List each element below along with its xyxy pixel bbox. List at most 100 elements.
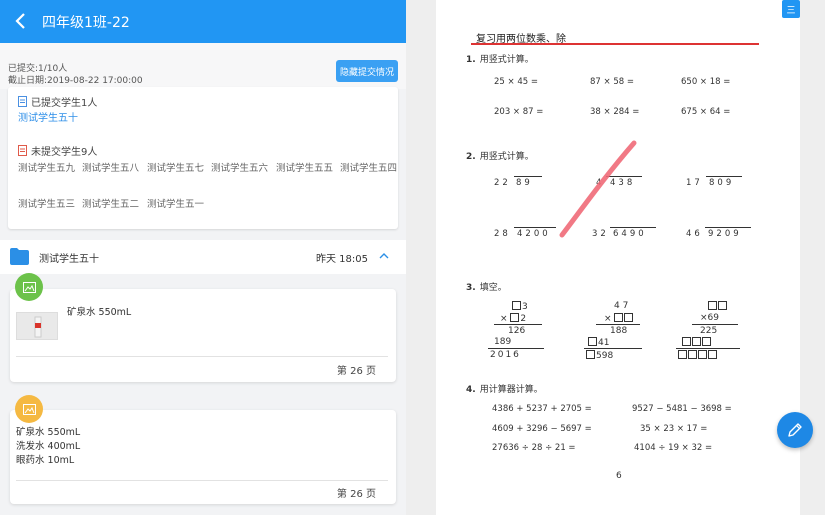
question-4: 4. 用计算器计算。 [466, 385, 543, 395]
sum-line [488, 348, 544, 349]
app-screen: 四年级1班-22 已提交:1/10人 截止日期:2019-08-22 17:00… [0, 0, 825, 515]
page-title: 四年级1班-22 [42, 15, 130, 31]
division-bar [706, 176, 742, 177]
pending-student[interactable]: 测试学生五九 [18, 163, 76, 175]
submission-status-card: 已提交学生1人 测试学生五十 未提交学生9人 测试学生五九 测试学生五八 测试学… [8, 87, 398, 229]
problem: 27636 ÷ 28 ÷ 21 = [492, 443, 576, 453]
pen-stroke-annotation [559, 140, 637, 238]
digit-row: 225 [700, 326, 718, 336]
bottle-image-icon [34, 316, 42, 338]
pending-student[interactable]: 测试学生五八 [82, 163, 140, 175]
photo-thumbnail[interactable] [16, 312, 58, 340]
problem: 38 × 284 = [590, 107, 640, 117]
submitted-student-link[interactable]: 测试学生五十 [18, 113, 78, 125]
problem: 25 × 45 = [494, 77, 538, 87]
document-icon [18, 145, 27, 156]
menu-icon[interactable]: 三 [782, 0, 800, 18]
page-number: 6 [616, 471, 622, 481]
problem: 650 × 18 = [681, 77, 731, 87]
image-icon [22, 403, 36, 415]
chevron-up-icon[interactable] [379, 253, 389, 259]
blank-cell[interactable]: 598 [586, 350, 613, 361]
page-reference: 第 26 页 [336, 489, 376, 500]
blank-cell[interactable]: 3 [512, 301, 528, 312]
divider [16, 356, 388, 357]
digit-row: ×69 [700, 313, 719, 323]
question-2: 2. 用竖式计算。 [466, 152, 534, 162]
card-text: 矿泉水 550mL [67, 307, 132, 318]
dividend: 9209 [708, 229, 742, 239]
sum-line [494, 324, 542, 325]
sum-line [584, 348, 642, 349]
pending-header: 未提交学生9人 [18, 143, 97, 158]
sum-line [676, 348, 740, 349]
divisor: 22 [494, 178, 511, 188]
digit-row: 188 [610, 326, 628, 336]
sum-line [596, 324, 640, 325]
document-icon [18, 96, 27, 107]
pending-student[interactable]: 测试学生五三 [18, 199, 76, 211]
blank-cell[interactable] [708, 301, 728, 312]
submission-panel: 四年级1班-22 已提交:1/10人 截止日期:2019-08-22 17:00… [0, 0, 406, 515]
pending-student[interactable]: 测试学生五一 [147, 199, 205, 211]
problem: 87 × 58 = [590, 77, 634, 87]
pending-student[interactable]: 测试学生五七 [147, 163, 205, 175]
problem: 4386 + 5237 + 2705 = [492, 404, 592, 414]
digit-row: 4 7 [614, 301, 629, 311]
workbook-page[interactable]: 三 复习用两位数乘、除 1. 用竖式计算。 25 × 45 = 87 × 58 =… [436, 0, 806, 515]
back-arrow-icon[interactable] [14, 11, 28, 31]
digit-row: 2016 [490, 350, 521, 360]
digit-row: 189 [494, 337, 512, 347]
division-bar [705, 227, 751, 228]
title-underline [471, 43, 759, 45]
top-bar: 四年级1班-22 [0, 0, 406, 43]
pending-student[interactable]: 测试学生五二 [82, 199, 140, 211]
annotate-pen-button[interactable] [777, 412, 813, 448]
divisor: 28 [494, 229, 511, 239]
answer-card[interactable]: 矿泉水 550mL 第 26 页 [10, 289, 396, 382]
problem: 9527 − 5481 − 3698 = [632, 404, 732, 414]
pending-label: 未提交学生9人 [31, 147, 98, 158]
student-name: 测试学生五十 [39, 254, 99, 265]
answer-card[interactable]: 矿泉水 550mL 洗发水 400mL 眼药水 10mL 第 26 页 [10, 410, 396, 504]
page-reference: 第 26 页 [336, 366, 376, 377]
hide-submission-button[interactable]: 隐藏提交情况 [336, 60, 398, 82]
blank-cell[interactable] [678, 350, 718, 361]
digit-row: 126 [508, 326, 526, 336]
deadline: 截止日期:2019-08-22 17:00:00 [8, 76, 143, 86]
sum-line [692, 324, 738, 325]
divisor: 46 [686, 229, 703, 239]
image-badge [15, 273, 43, 301]
problem: 4609 + 3296 − 5697 = [492, 424, 592, 434]
submission-time: 昨天 18:05 [316, 254, 368, 265]
dividend: 809 [709, 178, 735, 188]
problem: 203 × 87 = [494, 107, 544, 117]
submitted-label: 已提交学生1人 [31, 98, 98, 109]
division-bar [514, 227, 556, 228]
problem: 675 × 64 = [681, 107, 731, 117]
question-3: 3. 填空。 [466, 283, 507, 293]
divider [16, 480, 388, 481]
pending-student[interactable]: 测试学生五四 [340, 163, 398, 175]
pending-student[interactable]: 测试学生五六 [211, 163, 269, 175]
blank-cell[interactable]: 41 [588, 337, 609, 348]
dividend: 89 [516, 178, 533, 188]
document-viewer: 三 复习用两位数乘、除 1. 用竖式计算。 25 × 45 = 87 × 58 =… [406, 0, 825, 515]
folder-icon [10, 248, 29, 265]
dividend: 4200 [517, 229, 551, 239]
blank-cell[interactable]: × [604, 313, 634, 324]
problem: 35 × 23 × 17 = [640, 424, 708, 434]
card-text: 矿泉水 550mL 洗发水 400mL 眼药水 10mL [16, 427, 81, 466]
question-1: 1. 用竖式计算。 [466, 55, 534, 65]
divisor: 17 [686, 178, 703, 188]
image-badge [15, 395, 43, 423]
pen-icon [788, 423, 802, 437]
submitted-header: 已提交学生1人 [18, 94, 97, 109]
student-submission-header[interactable]: 测试学生五十 昨天 18:05 [0, 240, 406, 274]
blank-cell[interactable]: × 2 [500, 313, 526, 324]
pending-student[interactable]: 测试学生五五 [276, 163, 334, 175]
image-icon [22, 281, 36, 293]
problem: 4104 ÷ 19 × 32 = [634, 443, 713, 453]
blank-cell[interactable] [682, 337, 712, 348]
division-bar [514, 176, 542, 177]
